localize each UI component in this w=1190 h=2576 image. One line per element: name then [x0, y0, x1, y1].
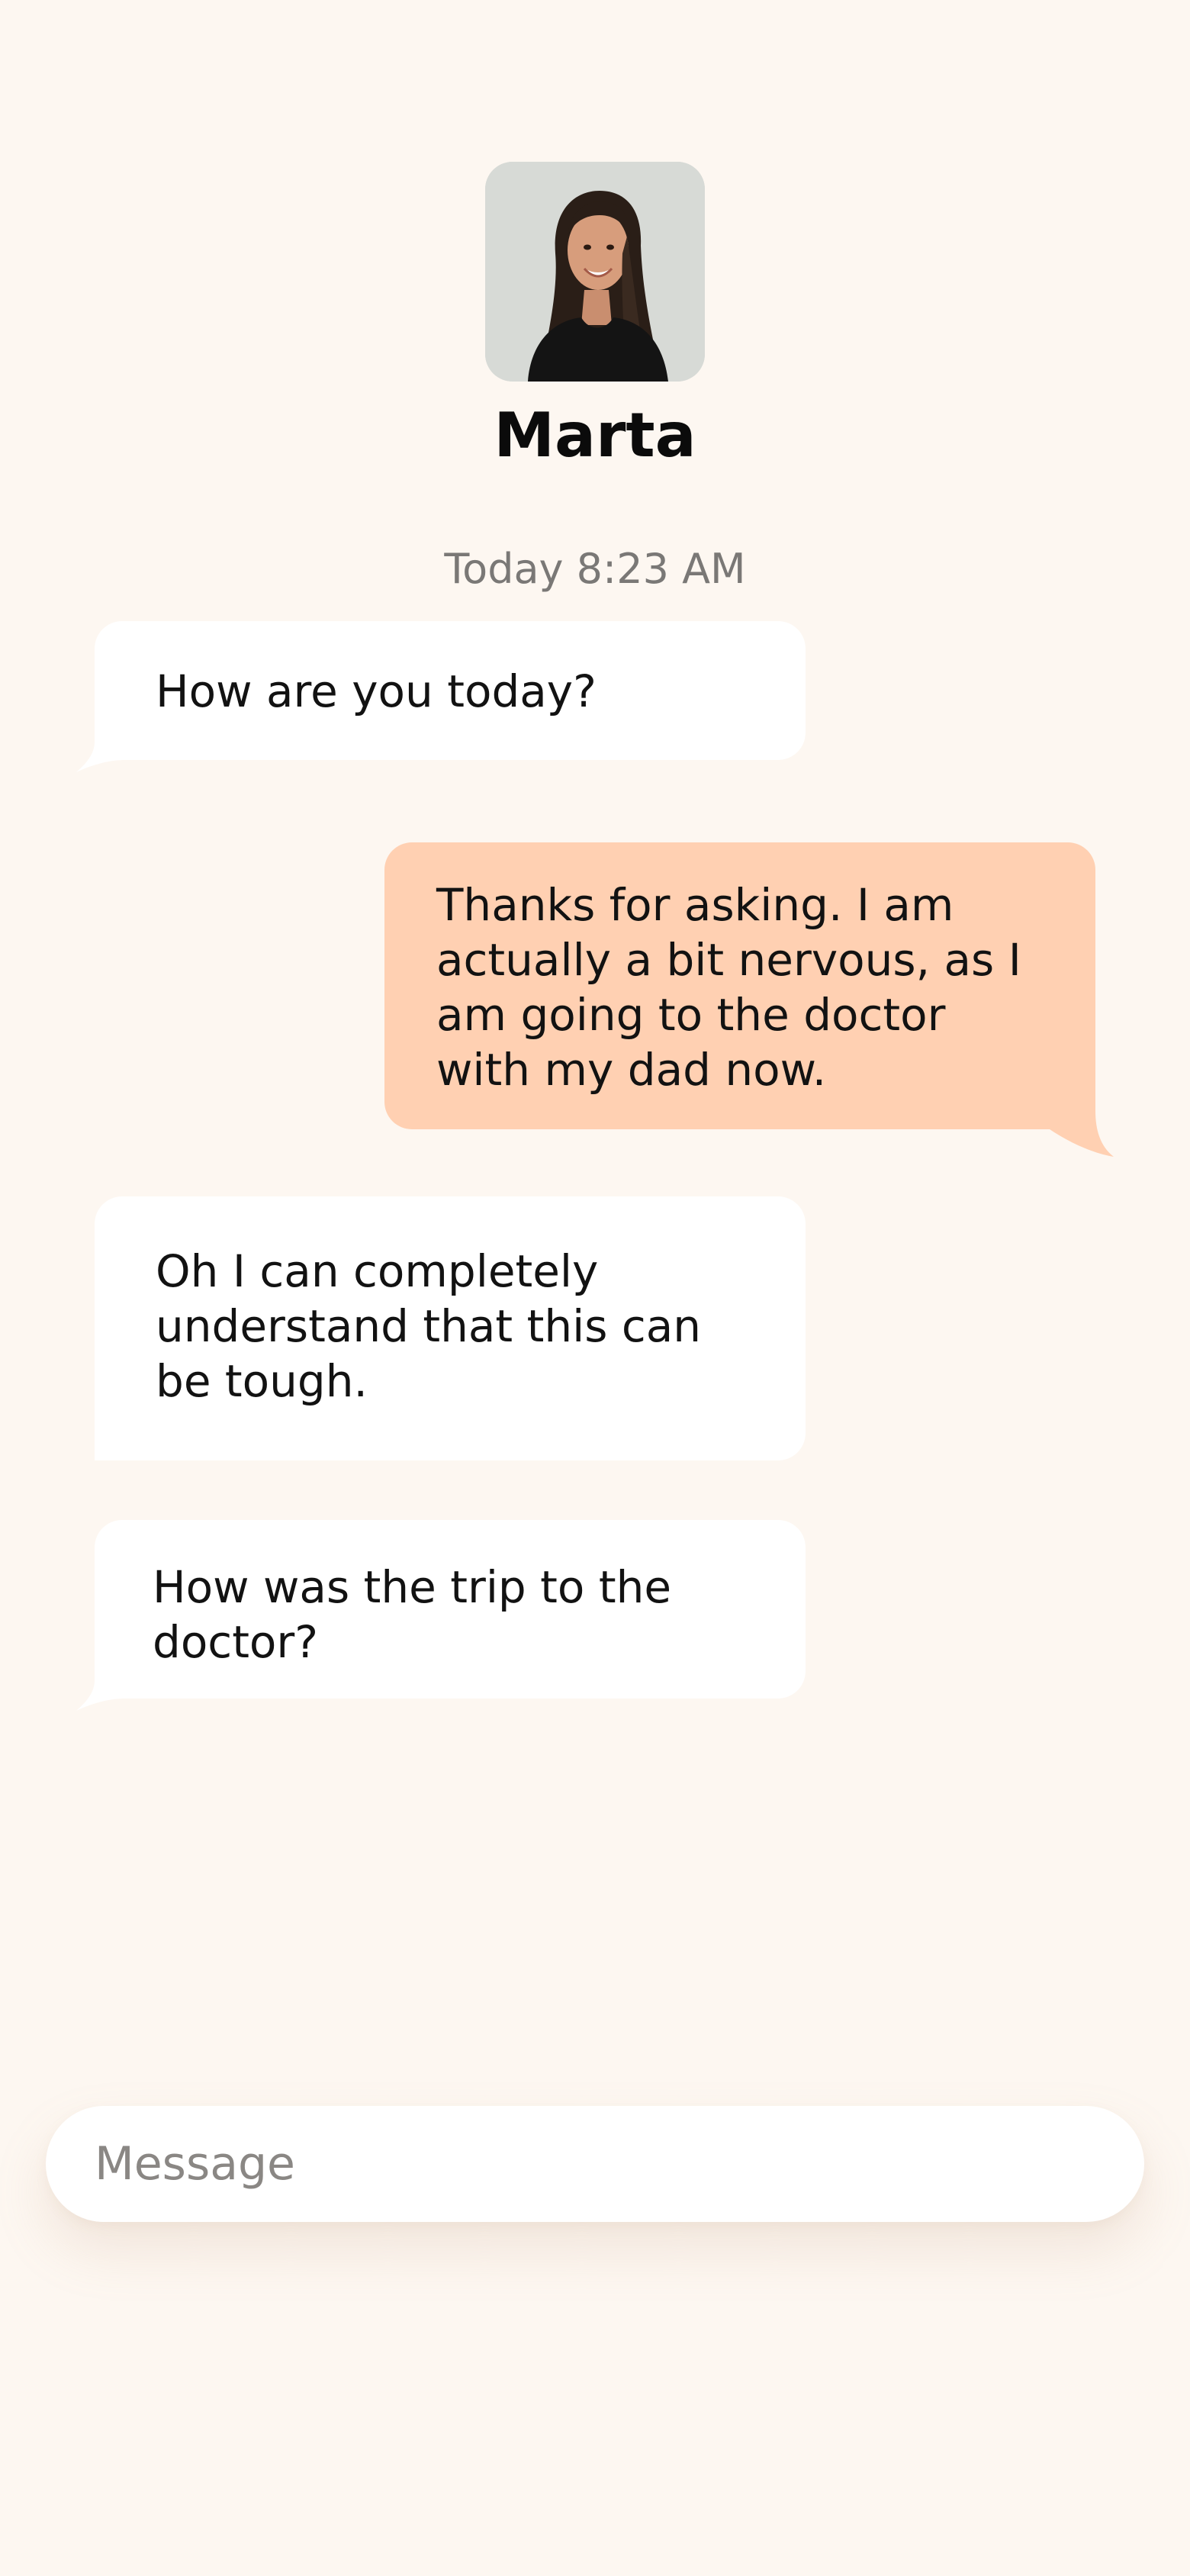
incoming-message[interactable]: How are you today? [76, 621, 806, 772]
bubble-tail [1050, 1111, 1114, 1157]
message-text: How was the trip to the doctor? [153, 1561, 672, 1668]
incoming-message[interactable]: Oh I can completely understand that this… [95, 1196, 806, 1460]
message-timestamp: Today 8:23 AM [444, 545, 746, 593]
incoming-message[interactable]: How was the trip to the doctor? [76, 1520, 806, 1711]
message-text: Oh I can completely understand that this… [156, 1245, 702, 1407]
bubble-tail [76, 742, 125, 772]
contact-name: Marta [494, 400, 696, 471]
profile-photo [485, 162, 705, 382]
message-text: How are you today? [156, 665, 597, 717]
message-composer[interactable] [46, 2106, 1144, 2222]
message-text: Thanks for asking. I am actually a bit n… [436, 879, 1021, 1096]
message-input[interactable] [95, 2106, 1102, 2222]
bubble-tail [76, 1680, 125, 1711]
contact-avatar[interactable] [485, 162, 705, 382]
outgoing-message[interactable]: Thanks for asking. I am actually a bit n… [384, 842, 1114, 1157]
